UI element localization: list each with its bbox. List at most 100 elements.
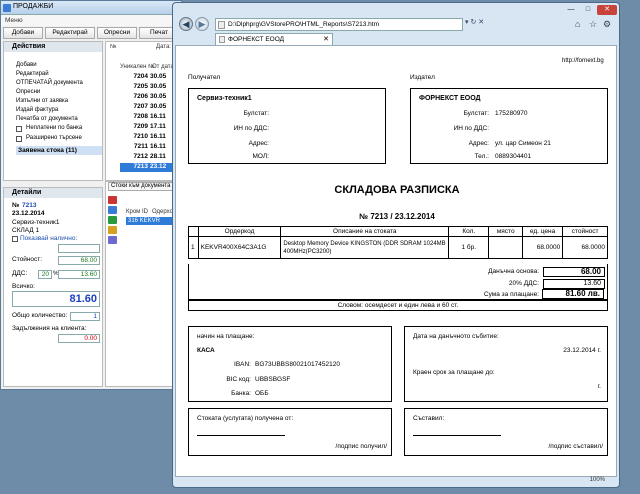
grid-row[interactable]: 7211 16.11 — [120, 143, 180, 152]
refresh-stop-icons[interactable]: ▾ ↻ ✕ — [465, 18, 493, 31]
document-number: № 7213 / 23.12.2014 — [359, 212, 435, 221]
grid-cell-id: 7212 — [133, 153, 148, 160]
action-invoice[interactable]: Издай фактура — [16, 107, 58, 113]
favorites-icon[interactable]: ☆ — [589, 19, 597, 30]
action-from-order[interactable]: Изпълни от заявка — [16, 98, 68, 104]
extended-search-checkbox[interactable] — [16, 136, 22, 142]
recipient-name: Сервиз-техник1 — [197, 95, 252, 102]
zoom-level[interactable]: 100% — [590, 477, 605, 483]
items-table-header: Ордеркод Описание на стоката Кол. място … — [188, 226, 608, 237]
issuer-phone: 0889304401 — [495, 153, 532, 160]
debt-field: 0.00 — [58, 334, 100, 343]
actions-header: Действия — [4, 42, 102, 52]
vat-value-field: 13.60 — [58, 270, 100, 279]
sales-menu[interactable]: Меню — [1, 15, 181, 26]
grid-row-selected[interactable]: 7213 23.12 — [120, 163, 180, 172]
delete-icon[interactable] — [108, 196, 117, 204]
tab-page-icon — [219, 36, 225, 43]
issuer-bulstat-label: Булстат: — [463, 110, 489, 117]
issuer-phone-label: Тел.: — [474, 153, 489, 160]
action-ordered-goods[interactable]: Заявена стока (11) — [16, 146, 102, 155]
tax-base-label: Данъчна основа: — [488, 268, 539, 275]
refresh-button[interactable]: Опресни — [97, 27, 137, 39]
sum-value: 81.60 лв. — [542, 289, 604, 299]
page-icon — [218, 21, 225, 29]
vat-total-value: 13.60 — [543, 279, 605, 289]
grid-row[interactable]: 7206 30.05 — [120, 93, 180, 102]
cell-description: Desktop Memory Device KINGSTON (DDR SDRA… — [280, 236, 450, 259]
grid-header-id[interactable]: Уникален № — [120, 64, 155, 70]
cell-place — [488, 236, 523, 259]
website-url[interactable]: http://fornext.bg — [562, 58, 604, 64]
col-header-qty: Кол. — [448, 226, 490, 237]
add-row-icon[interactable] — [108, 206, 117, 214]
items-header-code[interactable]: Одерхо — [152, 209, 173, 215]
payment-method-label: начин на плащане: — [197, 333, 255, 340]
tab-document-items[interactable]: Стоки към документа — [108, 182, 174, 191]
action-print-from-document[interactable]: Печатба от документа — [16, 116, 78, 122]
add-button[interactable]: Добави — [3, 27, 43, 39]
minimize-button[interactable]: — — [563, 5, 579, 15]
address-text: D:\Dlphprg\GVStorePRO\HTML_Reports\S7213… — [228, 21, 380, 28]
grid-row[interactable]: 7212 28.11 — [120, 153, 180, 162]
edit-button[interactable]: Редактирай — [45, 27, 95, 39]
home-icon[interactable]: ⌂ — [575, 19, 580, 29]
composed-label: Съставил: — [413, 415, 445, 422]
issuer-box: ФОРНЕКСТ ЕООД Булстат: 175280970 ИН по Д… — [410, 88, 608, 164]
grid-header-date[interactable]: От дата — [152, 64, 174, 70]
grid-row[interactable]: 7210 16.11 — [120, 133, 180, 142]
back-button[interactable]: ◀ — [179, 17, 193, 31]
sales-window-title: ПРОДАЖБИ — [13, 3, 54, 10]
check-icon[interactable] — [108, 216, 117, 224]
tax-event-box: Дата на данъчното събитие: 23.12.2014 г.… — [404, 326, 608, 402]
grid-row[interactable]: 7209 17.11 — [120, 123, 180, 132]
value-field: 68.00 — [58, 256, 100, 265]
unpaid-checkbox-label: Неплатени по банка — [26, 125, 83, 131]
payment-method: КАСА — [197, 347, 215, 354]
recipient-caption: Получател — [188, 74, 221, 81]
grid-cell-id: 7209 — [133, 123, 148, 130]
close-window-button[interactable]: ✕ — [597, 5, 617, 15]
edit-icon[interactable] — [108, 226, 117, 234]
composed-box: Съставил: /подпис съставил/ — [404, 408, 608, 456]
vat-percent-field[interactable]: 20 — [38, 270, 52, 279]
action-refresh[interactable]: Опресни — [16, 89, 40, 95]
tab-page[interactable]: ФОРНЕКСТ ЕООД ✕ — [215, 33, 333, 45]
cash-field[interactable] — [58, 244, 100, 253]
cell-qty: 1 бр. — [448, 236, 490, 259]
debt-label: Задължения на клиента: — [12, 325, 87, 332]
settings-icon[interactable]: ⚙ — [603, 19, 611, 30]
documents-grid: № Дата: Уникален № От дата 7204 30.05 720… — [105, 41, 181, 181]
issuer-address: ул. цар Симеон 21 — [495, 140, 551, 147]
maximize-button[interactable]: □ — [580, 5, 596, 15]
action-print-document[interactable]: ОТПЕЧАТАЙ документа — [16, 80, 83, 86]
filter-no-label: № — [110, 44, 117, 50]
tab-close-icon[interactable]: ✕ — [323, 34, 329, 45]
issuer-caption: Издател — [410, 74, 435, 81]
issuer-vat-label: ИН по ДДС: — [453, 125, 489, 132]
grid-row[interactable]: 7205 30.05 — [120, 83, 180, 92]
value-label: Стойност: — [12, 256, 43, 263]
sales-window: ПРОДАЖБИ Меню Добави Редактирай Опресни … — [0, 0, 182, 390]
grid-row[interactable]: 7208 16.11 — [120, 113, 180, 122]
forward-button[interactable]: ▶ — [195, 17, 209, 31]
items-table: Ордеркод Описание на стоката Кол. място … — [188, 226, 608, 259]
grid-cell-id: 7207 — [133, 103, 148, 110]
bank-label: Банка: — [231, 390, 251, 397]
show-cash-checkbox[interactable] — [12, 236, 18, 242]
action-add[interactable]: Добави — [16, 62, 37, 68]
bank-value: ОББ — [255, 390, 269, 397]
sales-titlebar[interactable]: ПРОДАЖБИ — [1, 1, 181, 15]
items-header-id[interactable]: Кром ID — [126, 209, 148, 215]
iban-value: BG73UBBS80021017452120 — [255, 361, 340, 368]
barcode-icon[interactable] — [108, 236, 117, 244]
issuer-name: ФОРНЕКСТ ЕООД — [419, 95, 481, 102]
grid-row[interactable]: 7204 30.05 — [120, 73, 180, 82]
grid-row[interactable]: 7207 30.05 — [120, 103, 180, 112]
address-bar[interactable]: D:\Dlphprg\GVStorePRO\HTML_Reports\S7213… — [215, 18, 463, 31]
cell-no: 1 — [188, 236, 199, 259]
show-cash-label: Показвай налично: — [20, 235, 78, 242]
grid-cell-id: 7208 — [133, 113, 148, 120]
action-edit[interactable]: Редактирай — [16, 71, 49, 77]
unpaid-checkbox[interactable] — [16, 126, 22, 132]
